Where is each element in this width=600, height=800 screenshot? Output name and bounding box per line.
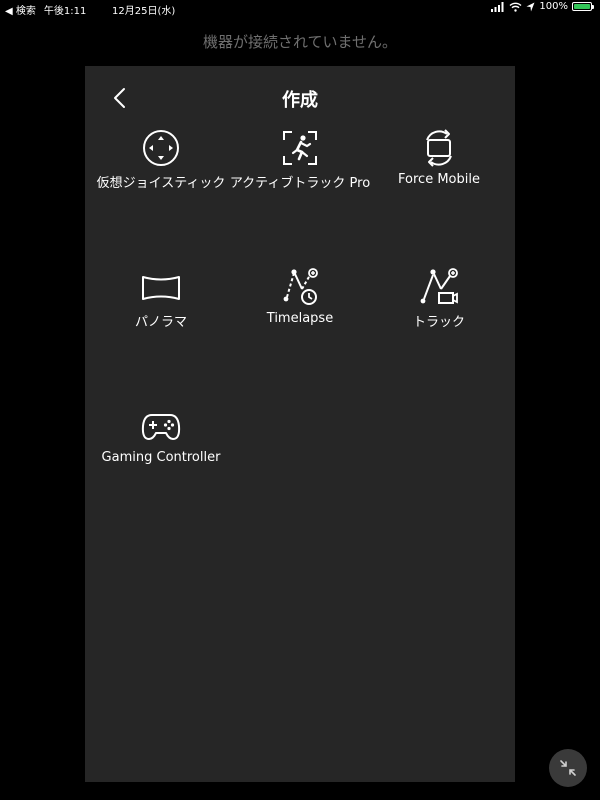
status-right: 100% xyxy=(491,1,594,12)
active-track-icon xyxy=(283,131,317,165)
gamepad-icon xyxy=(141,414,181,440)
device-status-message: 機器が接続されていません。 xyxy=(202,33,398,51)
menu-item-track[interactable]: トラック xyxy=(370,267,508,337)
menu-item-label: Force Mobile xyxy=(398,172,480,187)
track-icon xyxy=(420,268,458,304)
collapse-button[interactable] xyxy=(549,749,587,787)
page-title: 作成 xyxy=(282,90,318,111)
menu-item-timelapse[interactable]: Timelapse xyxy=(231,267,369,337)
battery-percent: 100% xyxy=(539,1,568,12)
joystick-icon xyxy=(143,130,179,166)
menu-item-force-mobile[interactable]: Force Mobile xyxy=(370,128,508,198)
force-mobile-icon xyxy=(426,129,452,167)
menu-item-virtual-joystick[interactable]: 仮想ジョイスティック xyxy=(92,128,230,198)
menu-item-panorama[interactable]: パノラマ xyxy=(92,267,230,337)
menu-item-label: トラック xyxy=(412,315,465,330)
signal-icon xyxy=(491,1,504,12)
location-icon xyxy=(526,2,535,11)
collapse-arrows-icon xyxy=(560,760,576,776)
back-to-app-link[interactable]: ◀ 検索 xyxy=(5,2,36,17)
status-bar: ◀ 検索 午後1:11 12月25日(水) 100% xyxy=(0,0,600,17)
menu-item-gaming-controller[interactable]: Gaming Controller xyxy=(92,406,230,476)
create-panel: 作成 仮想ジョイスティック アクティブトラック Pro Force Mobile… xyxy=(85,66,515,782)
panorama-icon xyxy=(142,276,180,300)
status-date: 12月25日(水) xyxy=(112,6,176,17)
timelapse-icon xyxy=(283,268,318,305)
battery-icon xyxy=(572,2,594,11)
status-time: 午後1:11 xyxy=(43,6,87,17)
menu-item-active-track-pro[interactable]: アクティブトラック Pro xyxy=(230,128,370,198)
menu-item-label: Gaming Controller xyxy=(101,450,221,465)
status-left: ◀ 検索 午後1:11 xyxy=(5,2,86,17)
battery-level xyxy=(574,4,590,9)
wifi-icon xyxy=(509,2,522,12)
